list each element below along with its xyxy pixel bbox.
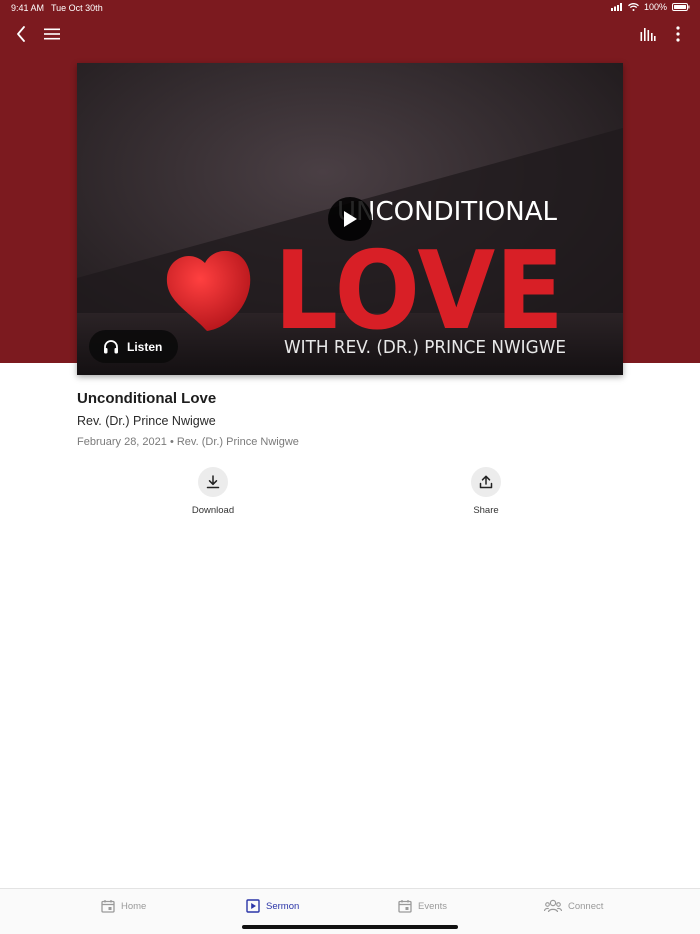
chevron-left-icon bbox=[17, 26, 25, 42]
download-icon bbox=[206, 475, 220, 489]
share-label: Share bbox=[473, 505, 499, 516]
play-button[interactable] bbox=[328, 197, 372, 241]
listen-label: Listen bbox=[127, 339, 163, 354]
download-label: Download bbox=[191, 505, 235, 516]
audio-button[interactable] bbox=[636, 22, 660, 46]
home-indicator bbox=[242, 925, 458, 929]
back-button[interactable] bbox=[9, 22, 33, 46]
sermon-speaker: Rev. (Dr.) Prince Nwigwe bbox=[77, 414, 216, 428]
sermon-video-card[interactable]: UNCONDITIONAL LOVE WITH REV. (DR.) PRINC… bbox=[77, 63, 623, 375]
artwork-line3: WITH REV. (DR.) PRINCE NWIGWE bbox=[284, 337, 566, 358]
battery-icon bbox=[672, 3, 690, 11]
share-circle bbox=[471, 467, 501, 497]
more-vertical-icon bbox=[676, 26, 680, 42]
audio-bars-icon bbox=[640, 28, 656, 41]
download-button[interactable]: Download bbox=[173, 467, 253, 516]
tab-home-label: Home bbox=[121, 900, 147, 912]
more-options-button[interactable] bbox=[666, 22, 690, 46]
calendar-icon bbox=[398, 900, 412, 913]
wifi-icon bbox=[628, 3, 639, 11]
tab-connect[interactable]: Connect bbox=[544, 899, 603, 913]
sermon-meta: February 28, 2021 • Rev. (Dr.) Prince Nw… bbox=[77, 436, 299, 448]
share-button[interactable]: Share bbox=[446, 467, 526, 516]
play-square-icon bbox=[246, 899, 260, 913]
people-icon bbox=[544, 899, 562, 913]
share-icon bbox=[479, 475, 493, 489]
tab-events-label: Events bbox=[418, 900, 448, 912]
menu-button[interactable] bbox=[40, 22, 64, 46]
calendar-icon bbox=[101, 900, 115, 913]
tab-connect-label: Connect bbox=[568, 900, 604, 912]
tab-home[interactable]: Home bbox=[101, 899, 146, 913]
status-indicators: 100% bbox=[610, 2, 690, 12]
sermon-title: Unconditional Love bbox=[77, 390, 217, 407]
play-icon bbox=[344, 211, 357, 227]
cellular-signal-icon bbox=[610, 3, 622, 11]
status-bar: 9:41 AM Tue Oct 30th 100% bbox=[0, 0, 700, 16]
headphones-icon bbox=[104, 340, 118, 354]
download-circle bbox=[198, 467, 228, 497]
artwork-line2: LOVE bbox=[274, 229, 564, 354]
tab-events[interactable]: Events bbox=[398, 899, 447, 913]
status-date: Tue Oct 30th bbox=[51, 3, 103, 13]
tab-sermon-label: Sermon bbox=[266, 900, 300, 912]
battery-percent: 100% bbox=[643, 2, 667, 12]
status-time: 9:41 AM bbox=[11, 3, 45, 13]
hamburger-menu-icon bbox=[44, 28, 60, 40]
tab-sermon[interactable]: Sermon bbox=[246, 899, 299, 913]
listen-button[interactable]: Listen bbox=[89, 330, 179, 363]
nav-bar bbox=[0, 22, 700, 46]
